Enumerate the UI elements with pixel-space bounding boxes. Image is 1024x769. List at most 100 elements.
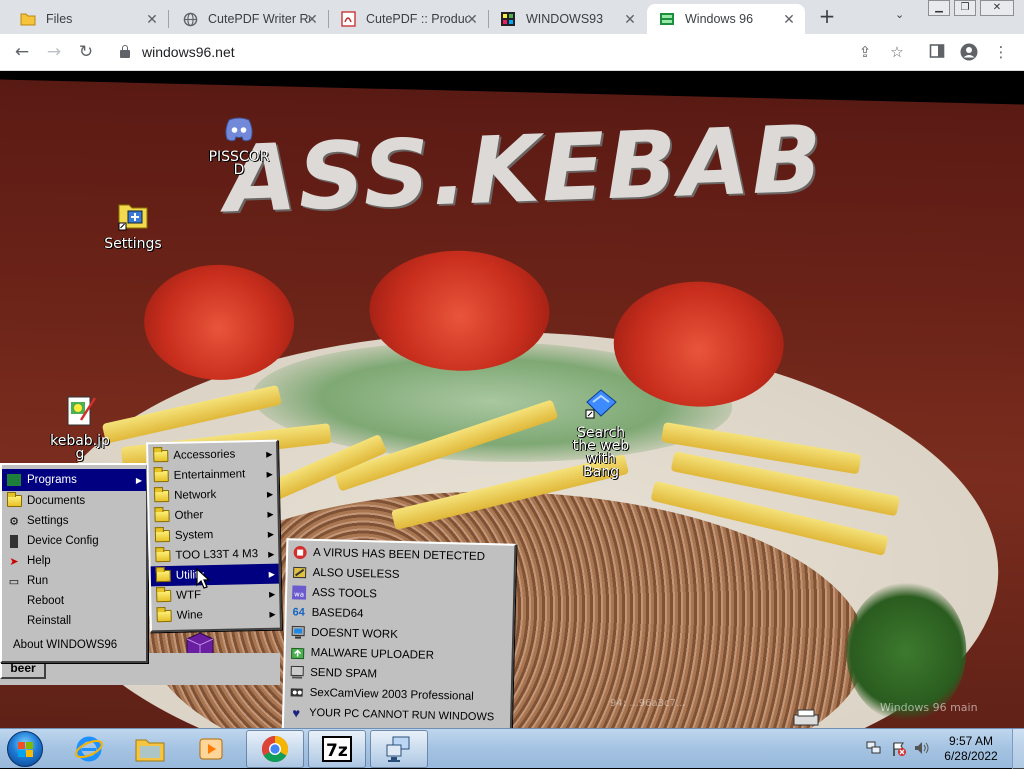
show-desktop-button[interactable] [1012,729,1024,769]
computer-network-icon [386,736,410,762]
menu-item-label: Run [27,575,49,587]
tab-search-chevron-icon[interactable]: ⌄ [895,8,904,21]
tray-action-center-flag-icon[interactable] [891,741,907,757]
about-icon [6,638,8,652]
system-clock[interactable]: 9:57 AM 6/28/2022 [938,734,1004,764]
menu-item-label: Network [174,488,217,502]
settings-icon [118,204,148,231]
start-item-reinstall[interactable]: Reinstall [2,611,146,631]
web-page-viewport: ASS.KEBAB 94: ...96a3c7... Windows 96 ma… [0,71,1024,728]
media-player-icon [199,738,223,760]
windows-start-orb-icon[interactable] [7,731,43,767]
utility-item-your-pc-cannot-run[interactable]: ♥ YOUR PC CANNOT RUN WINDOWS [284,702,510,728]
settings-icon: ⚙ [9,515,19,528]
start-item-documents[interactable]: Documents [2,491,146,511]
restore-window-icon[interactable]: ❐ [954,0,976,16]
tab-cutepdf-writer[interactable]: CutePDF Writer Re ✕ [170,4,328,34]
w96-start-menu: Programs ▶ Documents ⚙ Settings Device C… [0,463,148,663]
menu-item-label: Reinstall [27,615,72,627]
start-item-programs[interactable]: Programs ▶ [2,469,146,491]
folder-icon [154,549,171,563]
tab-windows96[interactable]: Windows 96 ✕ [647,4,805,34]
programs-item-wine[interactable]: Wine ▶ [151,604,279,627]
menu-item-label: Settings [27,515,69,527]
taskbar-file-explorer[interactable] [121,730,179,768]
programs-item-entertainment[interactable]: Entertainment ▶ [149,464,277,487]
tray-volume-icon[interactable] [914,741,930,757]
close-tab-icon[interactable]: ✕ [622,11,638,27]
profile-avatar-icon[interactable] [960,43,978,61]
menu-item-label: Entertainment [173,468,246,482]
close-tab-icon[interactable]: ✕ [304,11,320,27]
folder-icon [153,489,169,503]
file-explorer-icon [135,739,165,762]
minimize-window-icon[interactable]: ▁ [928,0,950,16]
desktop-icon-settings[interactable]: Settings [100,199,166,251]
start-item-run[interactable]: ▭ Run [2,571,146,591]
7zip-icon: 7z [322,736,352,762]
reboot-icon [6,594,22,608]
lock-icon[interactable] [120,45,130,58]
windows96-watermark: Windows 96 main [880,701,978,714]
start-item-settings[interactable]: ⚙ Settings [2,511,146,531]
chevron-right-icon: ▶ [268,569,275,579]
programs-item-too-l33t[interactable]: TOO L33T 4 M3 ▶ [150,544,278,567]
desktop-icon-kebab-jpg[interactable]: kebab.jpg [48,394,112,461]
close-tab-icon[interactable]: ✕ [144,11,160,27]
folder-icon [155,589,171,603]
programs-item-system[interactable]: System ▶ [150,524,278,547]
discord-icon [225,117,253,142]
desktop-icon-label: Search the web with Bang [572,425,630,480]
ass-tools-icon: wa [291,585,307,600]
taskbar-media-player[interactable] [182,730,240,768]
back-arrow-icon[interactable]: ← [12,42,32,62]
menu-item-label: Accessories [173,448,236,462]
tab-cutepdf-products[interactable]: CutePDF :: Produc ✕ [328,4,488,34]
start-item-device-config[interactable]: Device Config [2,531,146,551]
browser-toolbar: ← → ↻ windows96.net ⇪ ☆ ⋮ [0,34,1024,71]
url-text[interactable]: windows96.net [142,44,235,60]
new-tab-button[interactable]: + [815,5,839,29]
mouse-cursor-icon [196,567,211,590]
menu-item-label: System [174,529,214,542]
more-menu-icon[interactable]: ⋮ [992,43,1010,61]
tab-windows93[interactable]: WINDOWS93 ✕ [488,4,646,34]
desktop-icon-label: PISSCORD [208,149,270,178]
close-tab-icon[interactable]: ✕ [464,11,480,27]
programs-item-other[interactable]: Other ▶ [149,504,277,527]
tray-network-icon[interactable] [866,741,882,757]
chevron-right-icon: ▶ [266,489,274,499]
taskbar-7zip[interactable]: 7z [308,730,366,768]
tab-files[interactable]: Files ✕ [8,4,168,34]
close-window-icon[interactable]: ✕ [980,0,1014,16]
reload-icon[interactable]: ↻ [76,42,96,62]
printer-icon[interactable] [792,709,820,727]
menu-item-label: DOESNT WORK [311,626,398,641]
folder-icon [153,509,170,523]
side-panel-icon[interactable] [928,43,946,61]
forward-arrow-icon[interactable]: → [44,42,64,62]
close-tab-icon[interactable]: ✕ [781,11,797,27]
taskbar-internet-explorer[interactable] [60,730,118,768]
programs-item-network[interactable]: Network ▶ [149,484,277,507]
programs-item-accessories[interactable]: Accessories ▶ [148,444,276,467]
programs-item-wtf[interactable]: WTF ▶ [151,584,279,607]
taskbar-remote-desktop[interactable] [370,730,428,768]
base64-icon: 64 [292,606,305,619]
chevron-right-icon: ▶ [266,449,273,459]
browser-tab-strip: Files ✕ CutePDF Writer Re ✕ CutePDF :: P… [0,0,1024,34]
heart-icon: ♥ [292,704,301,721]
desktop-icon-pisscord[interactable]: PISSCORD [204,116,274,177]
start-item-about[interactable]: About WINDOWS96 [2,635,146,655]
start-item-help[interactable]: ➤ Help [2,551,146,571]
menu-item-label: ALSO USELESS [312,566,400,581]
desktop-icon-bang-search[interactable]: Search the web with Bang [566,388,636,479]
start-item-reboot[interactable]: Reboot [2,591,146,611]
programs-item-utility[interactable]: Utility ▶ [150,563,280,587]
share-icon[interactable]: ⇪ [856,43,874,61]
address-bar[interactable]: windows96.net ⇪ ☆ [108,38,913,67]
computer-icon [290,625,306,639]
bookmark-star-icon[interactable]: ☆ [888,43,906,61]
taskbar-chrome[interactable] [246,730,304,768]
menu-item-label: TOO L33T 4 M3 [175,548,259,562]
